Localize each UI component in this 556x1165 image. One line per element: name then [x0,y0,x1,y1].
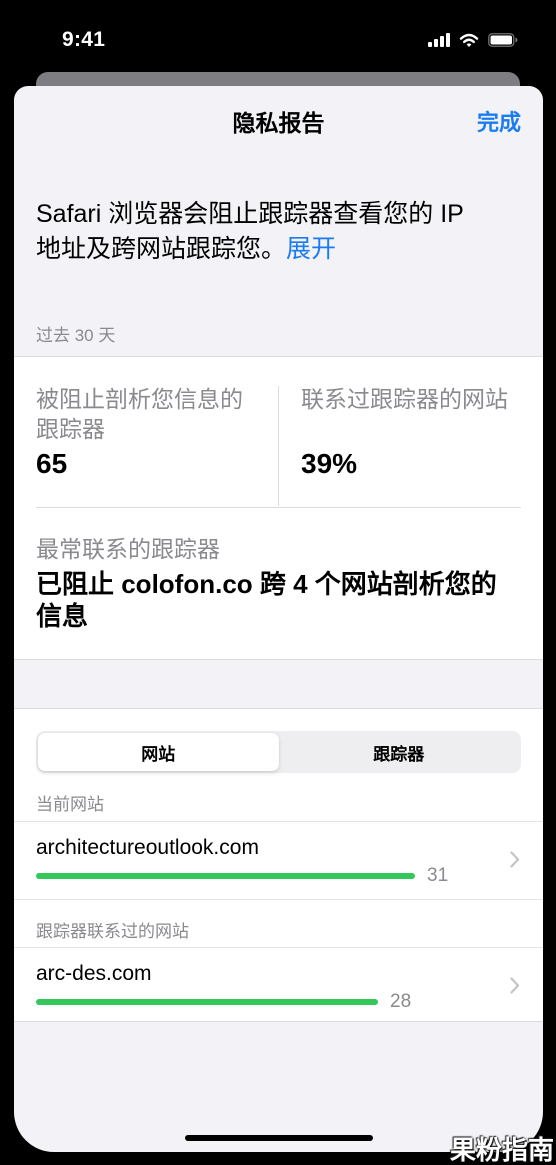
segment-label: 网站 [141,744,176,764]
current-site-header: 当前网站 [36,795,104,814]
column-divider [278,386,279,506]
watermark: 果粉指南 [449,1135,554,1165]
top-tracker-text-line: 信息 [36,601,89,631]
top-tracker-label: 最常联系的跟踪器 [36,536,220,562]
chevron-right-icon [510,977,520,994]
home-indicator[interactable] [185,1135,373,1141]
cellular-signal-icon [428,33,450,47]
top-tracker: 最常联系的跟踪器 已阻止 colofon.co 跨 4 个网站剖析您的 信息 [36,534,497,632]
contacted-sites-header: 跟踪器联系过的网站 [36,922,189,941]
blocked-trackers-label-line: 被阻止剖析您信息的 [36,386,243,412]
period-label: 过去 30 天 [36,326,116,345]
tracker-count-row: 31 [36,865,448,887]
list-divider [14,899,543,900]
sites-contacted-stat: 联系过跟踪器的网站 39% [301,384,531,479]
wifi-icon [459,33,479,47]
intro-text: Safari 浏览器会阻止跟踪器查看您的 IP 地址及跨网站跟踪您。展开 [36,197,464,267]
site-domain: architectureoutlook.com [36,836,259,859]
battery-icon [488,33,518,47]
sites-contacted-value: 39% [301,448,358,479]
intro-line: 地址及跨网站跟踪您。 [36,235,287,263]
segment-websites[interactable]: 网站 [38,733,279,771]
segmented-control: 网站 跟踪器 [36,731,521,773]
row-divider [36,507,521,508]
intro-line: Safari 浏览器会阻止跟踪器查看您的 IP [36,200,464,228]
status-time: 9:41 [62,28,106,51]
segment-trackers[interactable]: 跟踪器 [279,733,520,771]
tracker-bar [36,999,378,1005]
sites-contacted-label: 联系过跟踪器的网站 [301,386,508,412]
tracker-count: 28 [390,991,412,1012]
tracker-count: 31 [427,865,449,886]
chevron-right-icon [510,851,520,868]
blocked-trackers-value: 65 [36,448,68,479]
site-row[interactable]: architectureoutlook.com 31 [14,822,543,899]
intro-line-with-link: 地址及跨网站跟踪您。展开 [36,232,464,267]
sheet-title: 隐私报告 [232,110,325,136]
status-icons [428,32,518,48]
blocked-trackers-stat: 被阻止剖析您信息的 跟踪器 65 [36,384,272,479]
tracker-count-row: 28 [36,991,411,1013]
status-bar: 9:41 [0,0,556,80]
blocked-trackers-label: 被阻止剖析您信息的 跟踪器 [36,384,272,444]
sites-section: 网站 跟踪器 当前网站 architectureoutlook.com 31 跟… [14,708,543,1022]
blocked-trackers-label-line: 跟踪器 [36,416,105,442]
segment-label: 跟踪器 [373,744,425,764]
privacy-report-sheet: 隐私报告 完成 Safari 浏览器会阻止跟踪器查看您的 IP 地址及跨网站跟踪… [14,86,543,1152]
done-button[interactable]: 完成 [477,109,521,137]
expand-link[interactable]: 展开 [286,235,336,263]
top-tracker-text-line: 已阻止 colofon.co 跨 4 个网站剖析您的 [36,569,497,599]
site-domain: arc-des.com [36,962,152,985]
stats-card: 被阻止剖析您信息的 跟踪器 65 联系过跟踪器的网站 39% 最常联系的跟踪器 … [14,356,543,660]
site-row[interactable]: arc-des.com 28 [14,948,543,1022]
tracker-bar [36,873,415,879]
